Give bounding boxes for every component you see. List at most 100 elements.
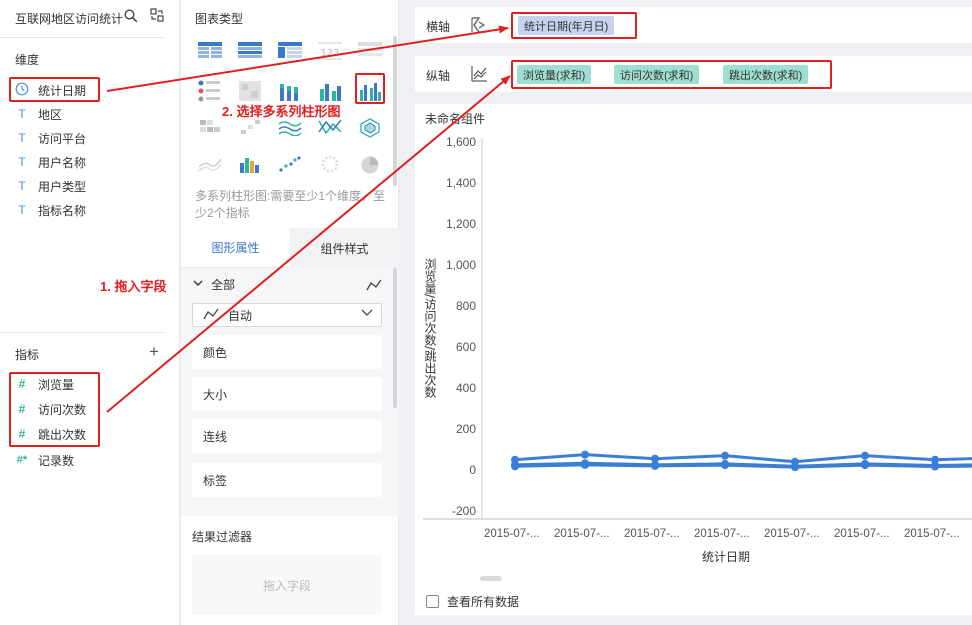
property-tabs: 图形属性 组件样式 (181, 228, 399, 268)
y-tick-label: 1,600 (446, 135, 476, 149)
widget-title: 未命名组件 (425, 112, 486, 126)
view-all-label: 查看所有数据 (447, 595, 520, 609)
y-axis-icon (470, 65, 488, 86)
y-tick-label: 1,400 (446, 176, 476, 190)
filter-drop-zone[interactable]: 拖入字段 (192, 555, 382, 615)
property-connect-line[interactable]: 连线 (192, 419, 382, 453)
scatter-chart-icon[interactable] (278, 155, 304, 177)
data-point (791, 463, 799, 472)
view-all-data-toggle[interactable]: 查看所有数据 (426, 593, 519, 610)
field-label: 用户名称 (38, 155, 87, 170)
text-type-icon: T (18, 179, 26, 193)
add-icon[interactable]: + (149, 343, 159, 360)
dataset-title: 互联网地区访问统计 (15, 12, 124, 26)
heatmap-grid-icon[interactable] (198, 118, 224, 140)
highlight-box (511, 60, 832, 89)
stacked-bar-icon[interactable] (278, 80, 304, 102)
property-color[interactable]: 颜色 (192, 335, 382, 369)
data-point (651, 461, 659, 470)
kpi-number-icon[interactable]: 123 (318, 42, 344, 64)
x-axis-label: 横轴 (426, 20, 451, 34)
texture-map-icon[interactable] (238, 80, 264, 102)
data-point (861, 461, 869, 470)
highlight-box (9, 77, 100, 102)
chart-type-description: 多系列柱形图:需要至少1个维度，至少2个指标 (195, 189, 386, 220)
annotation-step-2: 2. 选择多系列柱形图 (222, 104, 341, 119)
result-filter-heading: 结果过滤器 (192, 530, 253, 544)
field-label: 用户类型 (38, 179, 87, 194)
checkbox[interactable] (426, 595, 439, 608)
x-tick-label: 2015-07-... (834, 528, 890, 540)
x-axis-bar: 横轴 统计日期(年月日) (415, 7, 972, 43)
cross-line-icon[interactable] (318, 118, 344, 140)
metric-field-records[interactable]: #* 记录数 (14, 449, 154, 471)
text-type-icon: T (18, 131, 26, 145)
group-table-icon[interactable] (238, 42, 264, 64)
x-tick-label: 2015-07-... (764, 528, 820, 540)
grouped-bar-icon[interactable] (318, 80, 344, 102)
search-icon[interactable] (124, 9, 138, 26)
property-label[interactable]: 标签 (192, 463, 382, 497)
scrollbar[interactable] (393, 36, 397, 186)
tab-component-style[interactable]: 组件样式 (290, 228, 399, 268)
y-tick-label: 200 (456, 422, 476, 436)
field-label: 访问平台 (38, 131, 87, 146)
data-point (721, 451, 729, 460)
divider (0, 332, 165, 333)
horizontal-scrollbar[interactable] (480, 576, 502, 581)
area-line-icon[interactable] (198, 155, 224, 177)
y-axis-bar: 纵轴 浏览量(求和) 访问次数(求和) 跳出次数(求和) (415, 56, 972, 92)
switch-dataset-icon[interactable] (150, 8, 164, 22)
annotation-step-1: 1. 拖入字段 (100, 279, 167, 294)
x-tick-label: 2015-07-... (624, 528, 680, 540)
data-point (511, 462, 519, 471)
text-type-icon: T (18, 155, 26, 169)
x-tick-label: 2015-07-... (484, 528, 540, 540)
x-tick-label: 2015-07-... (554, 528, 610, 540)
mark-type-select[interactable]: 自动 (192, 303, 382, 327)
x-tick-label: 2015-07-... (904, 528, 960, 540)
data-point (581, 450, 589, 459)
multi-line-icon[interactable] (278, 118, 304, 140)
chevron-down-icon (361, 309, 373, 320)
y-tick-label: 800 (456, 299, 476, 313)
svg-text:123: 123 (320, 48, 339, 59)
dimensions-heading: 维度 (15, 53, 40, 67)
line-type-icon[interactable] (366, 279, 382, 294)
colored-bar-icon[interactable] (238, 155, 264, 177)
x-tick-label: 2015-07-... (694, 528, 750, 540)
y-axis-title: 浏览量/访问次数/跳出次数 (423, 258, 437, 399)
property-size[interactable]: 大小 (192, 377, 382, 411)
field-label: 记录数 (38, 453, 75, 468)
chevron-down-icon (193, 279, 203, 290)
y-axis-label: 纵轴 (426, 69, 451, 83)
dimension-field-usertype[interactable]: T 用户类型 (14, 175, 154, 197)
all-series-toggle[interactable]: 全部 (193, 276, 235, 293)
data-point (721, 461, 729, 470)
tab-graphic-properties[interactable]: 图形属性 (181, 228, 290, 268)
detail-table-icon[interactable] (358, 42, 384, 64)
dimension-field-platform[interactable]: T 访问平台 (14, 127, 154, 149)
y-tick-label: 1,200 (446, 217, 476, 231)
step-chart-icon[interactable] (238, 118, 264, 140)
dimension-field-username[interactable]: T 用户名称 (14, 151, 154, 173)
data-point (861, 451, 869, 460)
radar-chart-icon[interactable] (358, 118, 384, 140)
legend-list-icon[interactable] (198, 80, 224, 102)
scrollbar[interactable] (393, 268, 397, 408)
x-axis-icon (470, 16, 488, 37)
chart-widget: 未命名组件 -200 0 200 400 600 800 1,000 1,200 1,400 1,… (415, 104, 972, 615)
dimension-field-metricname[interactable]: T 指标名称 (14, 199, 154, 221)
text-type-icon: T (18, 107, 26, 121)
bubble-chart-icon[interactable] (318, 155, 344, 177)
pie-chart-icon[interactable] (358, 155, 384, 177)
cross-table-icon[interactable] (278, 42, 304, 64)
x-axis-title: 统计日期 (702, 550, 750, 564)
table-chart-icon[interactable] (198, 42, 224, 64)
mark-type-value: 自动 (228, 308, 253, 323)
hash-star-icon: #* (16, 454, 28, 466)
highlight-box (9, 372, 100, 447)
dimension-field-region[interactable]: T 地区 (14, 103, 154, 125)
divider (0, 37, 165, 38)
y-tick-label: -200 (452, 504, 476, 518)
